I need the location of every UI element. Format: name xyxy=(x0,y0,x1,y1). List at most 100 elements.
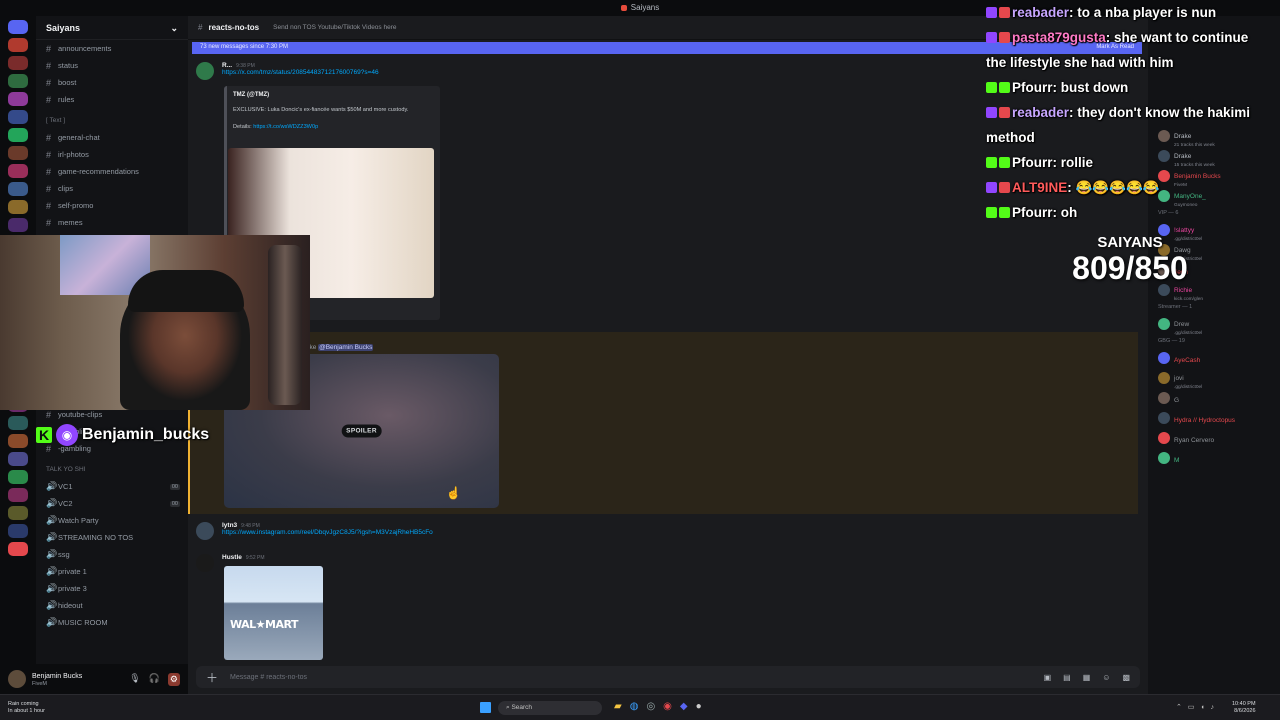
gear-icon[interactable]: ⚙ xyxy=(167,672,180,686)
message-input[interactable]: Message # reacts-no-tos xyxy=(230,674,307,681)
avatar[interactable] xyxy=(196,554,214,572)
hash-icon: # xyxy=(198,23,203,32)
server-icon[interactable] xyxy=(8,74,28,88)
channel-label: STREAMING NO TOS xyxy=(58,533,134,542)
server-icon[interactable] xyxy=(8,524,28,538)
channel-item[interactable]: # rules xyxy=(36,91,188,108)
taskbar-search[interactable]: ⌕ Search xyxy=(498,701,602,715)
embed-details-link[interactable]: https://t.co/wsWDZZ3W0p xyxy=(253,124,318,130)
speaker-icon: 🔊 xyxy=(46,583,58,593)
avatar[interactable] xyxy=(196,62,214,80)
message-link[interactable]: https://www.instagram.com/reel/DbqvJgzC8… xyxy=(222,529,433,536)
member-item[interactable]: G xyxy=(1148,388,1280,408)
server-icon[interactable] xyxy=(8,416,28,430)
gif-icon[interactable]: ▤ xyxy=(1063,673,1071,682)
gift-icon[interactable]: ▣ xyxy=(1044,673,1052,682)
embed-details-label: Details: xyxy=(233,124,252,130)
member-item[interactable]: jovi .gg/district0el xyxy=(1148,368,1280,390)
channel-item[interactable]: 🔊 VC2 00 xyxy=(36,495,188,512)
chat-badge-icon xyxy=(999,207,1010,218)
server-icon[interactable] xyxy=(8,452,28,466)
clock[interactable]: 10:40 PM 8/6/2026 xyxy=(1232,701,1256,715)
system-tray[interactable]: ⌃ ▭ ◖ ♪ xyxy=(1176,703,1216,711)
channel-item[interactable]: 🔊 STREAMING NO TOS xyxy=(36,529,188,546)
microphone-arm xyxy=(268,245,302,405)
app-logo-icon xyxy=(620,4,627,11)
member-item[interactable]: M xyxy=(1148,448,1280,468)
server-icon[interactable] xyxy=(8,92,28,106)
server-icon[interactable] xyxy=(8,488,28,502)
steam-icon[interactable]: ◎ xyxy=(646,701,655,712)
channel-item[interactable]: # irl-photos xyxy=(36,146,188,163)
emoji-icon[interactable]: ☺ xyxy=(1102,673,1110,682)
add-attachment-icon[interactable]: ＋ xyxy=(206,669,218,686)
chevron-down-icon: ⌄ xyxy=(170,23,178,33)
webcam-overlay xyxy=(0,235,310,410)
file-explorer-icon[interactable]: ▰ xyxy=(614,701,622,712)
channel-item[interactable]: 🔊 hideout xyxy=(36,597,188,614)
server-icon[interactable] xyxy=(8,434,28,448)
server-icon[interactable] xyxy=(8,146,28,160)
server-header[interactable]: Saiyans ⌄ xyxy=(36,16,188,40)
user-mention[interactable]: @Benjamin Bucks xyxy=(318,344,374,351)
channel-label: VC1 xyxy=(58,482,73,491)
message-author[interactable]: R... xyxy=(222,62,232,69)
channel-item[interactable]: # announcements xyxy=(36,40,188,57)
member-item[interactable]: Ryan Cervero xyxy=(1148,428,1280,448)
channel-item[interactable]: # general-chat xyxy=(36,129,188,146)
chat-badge-icon xyxy=(986,7,997,18)
channel-item[interactable]: 🔊 VC1 00 xyxy=(36,478,188,495)
message-author[interactable]: lytn3 xyxy=(222,522,237,529)
microphone-icon[interactable]: 🎙 xyxy=(129,673,140,686)
member-item[interactable]: Hydra // Hydroctopus xyxy=(1148,408,1280,428)
chat-text: 😂😂😂😂😂 xyxy=(1075,180,1160,195)
channel-item[interactable]: # memes xyxy=(36,214,188,231)
server-icon[interactable] xyxy=(8,38,28,52)
message-link[interactable]: https://x.com/tmz/status/208544837121760… xyxy=(222,69,379,76)
avatar[interactable] xyxy=(196,522,214,540)
weather-widget[interactable]: Rain coming In about 1 hour xyxy=(8,701,45,715)
channel-item[interactable]: 🔊 private 1 xyxy=(36,563,188,580)
message-composer[interactable]: ＋ Message # reacts-no-tos ▣ ▤ ▦ ☺ ▩ xyxy=(196,666,1140,688)
channel-item[interactable]: 🔊 private 3 xyxy=(36,580,188,597)
apps-icon[interactable]: ▩ xyxy=(1122,673,1130,682)
channel-item[interactable]: 🔊 MUSIC ROOM xyxy=(36,614,188,631)
obs-icon[interactable]: ● xyxy=(696,701,702,712)
server-icon[interactable] xyxy=(8,128,28,142)
headphones-icon[interactable]: 🎧 xyxy=(149,673,160,686)
channel-item[interactable]: 🔊 Watch Party xyxy=(36,512,188,529)
channel-category[interactable]: TALK YO SHI xyxy=(36,461,188,478)
channel-item[interactable]: # clips xyxy=(36,180,188,197)
embed-author[interactable]: TMZ (@TMZ) xyxy=(233,92,434,98)
member-item[interactable]: Drew .gg/district0el xyxy=(1148,314,1280,336)
home-icon[interactable] xyxy=(8,20,28,34)
server-icon[interactable] xyxy=(8,542,28,556)
server-icon[interactable] xyxy=(8,200,28,214)
server-icon[interactable] xyxy=(8,218,28,232)
server-icon[interactable] xyxy=(8,56,28,70)
message-author[interactable]: Hustle xyxy=(222,554,242,561)
server-icon[interactable] xyxy=(8,506,28,520)
browser-icon[interactable]: ◍ xyxy=(630,701,639,712)
server-icon[interactable] xyxy=(8,110,28,124)
server-icon[interactable] xyxy=(8,164,28,178)
channel-category[interactable]: [ Text ] xyxy=(36,112,188,129)
channel-label: rules xyxy=(58,95,75,104)
channel-item[interactable]: # boost xyxy=(36,74,188,91)
channel-item[interactable]: # self-promo xyxy=(36,197,188,214)
windows-start-icon[interactable] xyxy=(480,702,491,713)
server-icon[interactable] xyxy=(8,470,28,484)
channel-item[interactable]: 🔊 ssg xyxy=(36,546,188,563)
video-attachment[interactable]: WAL★MART xyxy=(224,566,323,660)
channel-item[interactable]: # game-recommendations xyxy=(36,163,188,180)
channel-item[interactable]: # status xyxy=(36,57,188,74)
discord-icon[interactable]: ◆ xyxy=(680,701,688,712)
sticker-icon[interactable]: ▦ xyxy=(1083,673,1091,682)
stream-chat-overlay: reabader: to a nba player is nun pasta879… xyxy=(986,0,1258,222)
server-icon[interactable] xyxy=(8,182,28,196)
member-item[interactable]: AyeCash xyxy=(1148,348,1280,368)
chrome-icon[interactable]: ◉ xyxy=(663,701,672,712)
member-info: M xyxy=(1174,449,1179,467)
channel-label: clips xyxy=(58,184,74,193)
avatar[interactable] xyxy=(8,670,26,688)
